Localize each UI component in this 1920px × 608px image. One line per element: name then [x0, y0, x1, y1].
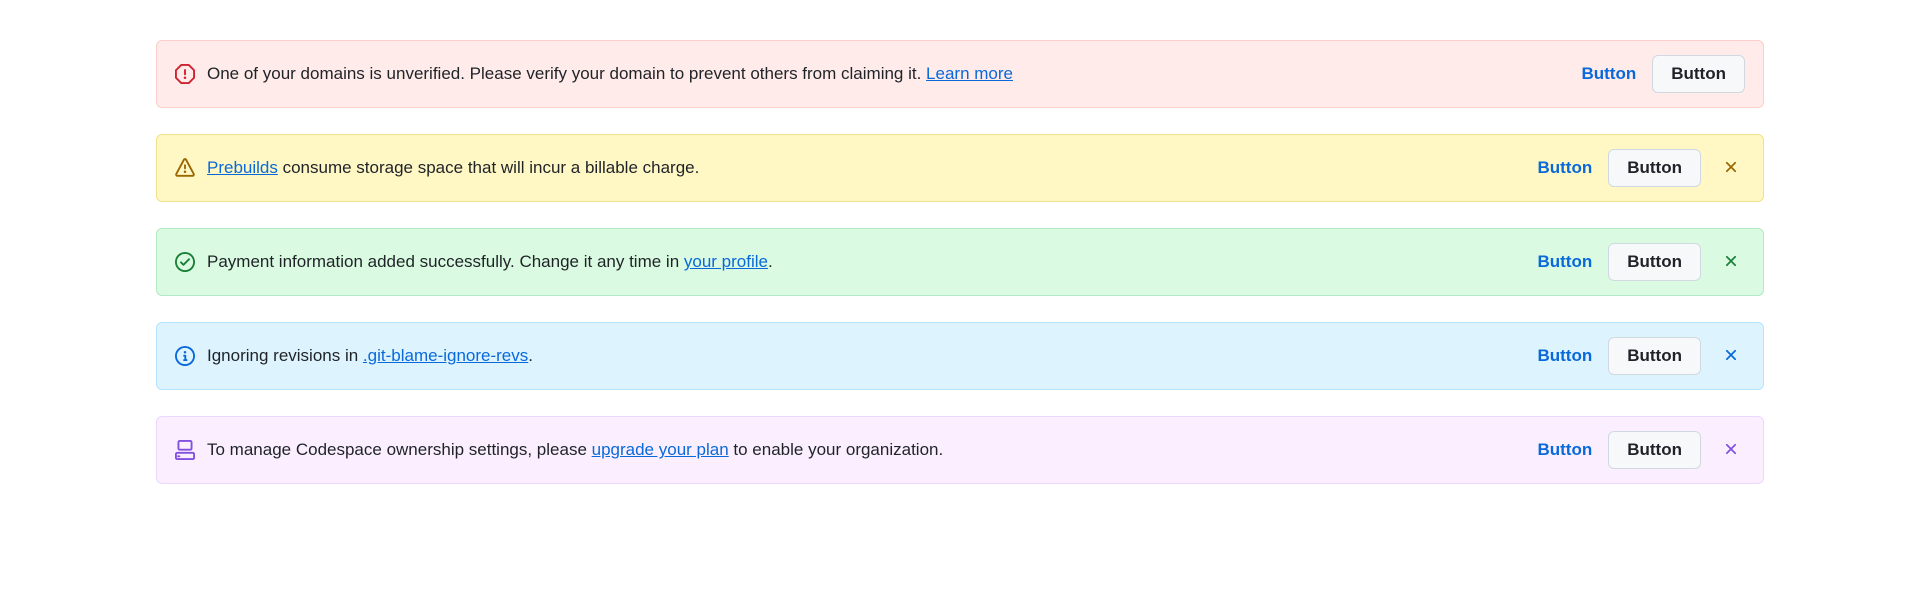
banner-message: To manage Codespace ownership settings, … — [207, 437, 1525, 463]
secondary-action-button[interactable]: Button — [1608, 149, 1701, 187]
alert-triangle-icon — [175, 158, 195, 178]
banner-text-before: Payment information added successfully. … — [207, 252, 684, 271]
close-button[interactable] — [1717, 248, 1745, 276]
banner-link[interactable]: Prebuilds — [207, 158, 278, 177]
banner-link[interactable]: .git-blame-ignore-revs — [363, 346, 528, 365]
banner-message: One of your domains is unverified. Pleas… — [207, 61, 1569, 87]
close-button[interactable] — [1717, 342, 1745, 370]
banner-critical: One of your domains is unverified. Pleas… — [156, 40, 1764, 108]
primary-action-button[interactable]: Button — [1537, 346, 1592, 366]
banner-message: Payment information added successfully. … — [207, 249, 1525, 275]
banner-message: Prebuilds consume storage space that wil… — [207, 155, 1525, 181]
banner-warning: Prebuilds consume storage space that wil… — [156, 134, 1764, 202]
check-circle-icon — [175, 252, 195, 272]
banner-link[interactable]: upgrade your plan — [592, 440, 729, 459]
banner-text-after: . — [768, 252, 773, 271]
codespaces-icon — [175, 440, 195, 460]
close-icon — [1722, 252, 1740, 273]
secondary-action-button[interactable]: Button — [1608, 337, 1701, 375]
banner-text-after: consume storage space that will incur a … — [278, 158, 699, 177]
banner-info: Ignoring revisions in .git-blame-ignore-… — [156, 322, 1764, 390]
banner-actions: Button Button — [1537, 431, 1745, 469]
banner-link[interactable]: Learn more — [926, 64, 1013, 83]
banner-text-before: One of your domains is unverified. Pleas… — [207, 64, 926, 83]
banner-actions: Button Button — [1581, 55, 1745, 93]
banner-link[interactable]: your profile — [684, 252, 768, 271]
secondary-action-button[interactable]: Button — [1652, 55, 1745, 93]
banner-list: One of your domains is unverified. Pleas… — [0, 40, 1920, 484]
banner-success: Payment information added successfully. … — [156, 228, 1764, 296]
banner-actions: Button Button — [1537, 337, 1745, 375]
close-icon — [1722, 440, 1740, 461]
banner-upsell: To manage Codespace ownership settings, … — [156, 416, 1764, 484]
banner-text-after: . — [528, 346, 533, 365]
banner-actions: Button Button — [1537, 243, 1745, 281]
close-icon — [1722, 158, 1740, 179]
info-icon — [175, 346, 195, 366]
primary-action-button[interactable]: Button — [1537, 158, 1592, 178]
secondary-action-button[interactable]: Button — [1608, 243, 1701, 281]
primary-action-button[interactable]: Button — [1537, 440, 1592, 460]
banner-actions: Button Button — [1537, 149, 1745, 187]
primary-action-button[interactable]: Button — [1581, 64, 1636, 84]
stop-icon — [175, 64, 195, 84]
banner-message: Ignoring revisions in .git-blame-ignore-… — [207, 343, 1525, 369]
close-button[interactable] — [1717, 154, 1745, 182]
close-icon — [1722, 346, 1740, 367]
banner-text-after: to enable your organization. — [729, 440, 944, 459]
primary-action-button[interactable]: Button — [1537, 252, 1592, 272]
banner-text-before: Ignoring revisions in — [207, 346, 363, 365]
close-button[interactable] — [1717, 436, 1745, 464]
secondary-action-button[interactable]: Button — [1608, 431, 1701, 469]
banner-text-before: To manage Codespace ownership settings, … — [207, 440, 592, 459]
